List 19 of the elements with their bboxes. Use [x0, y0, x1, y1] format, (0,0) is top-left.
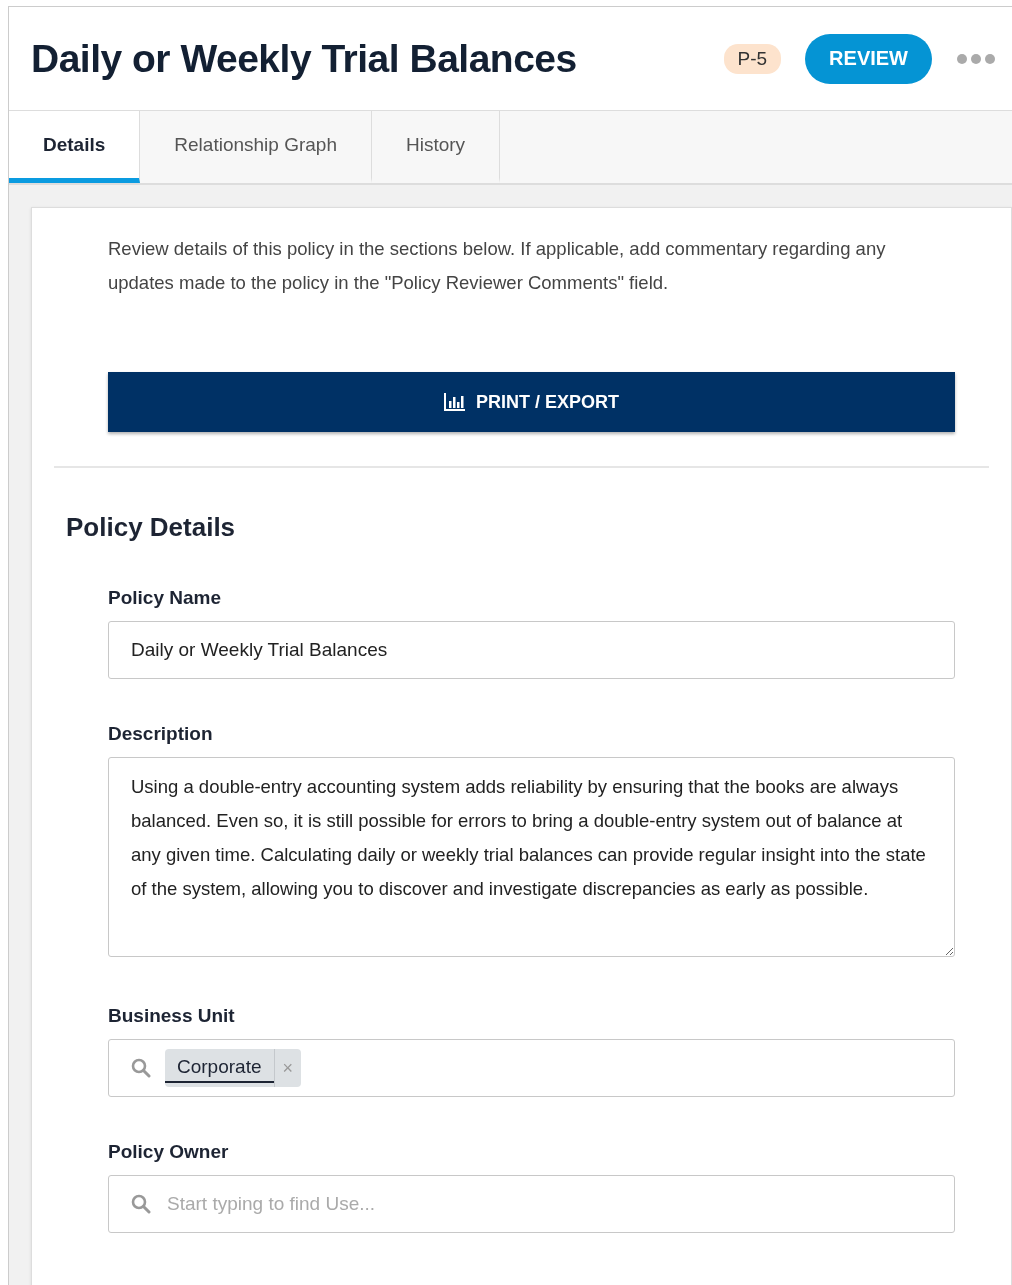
field-label: Policy Name	[108, 587, 222, 609]
field-label: Business Unit	[108, 1005, 236, 1027]
text-area[interactable]: Using a double-entry accounting system adds reliability by ensuring that the books are always balanced. Even so, it is still possible for errors to bring a double-entry system out of balance at any given time. Calculating daily or weekly trial balances can provide regular insight into the state of the system, allowing you to discover and investigate discrepancies as early as possible.	[108, 757, 955, 957]
more-icon[interactable]	[956, 52, 996, 65]
field-label: Policy Owner	[108, 1141, 230, 1163]
print-export-button[interactable]: PRINT / EXPORT	[108, 372, 955, 432]
search-icon	[131, 1058, 151, 1078]
input-field[interactable]: Daily or Weekly Trial Balances	[108, 621, 955, 679]
field-label: Description	[108, 723, 214, 745]
page-title: Daily or Weekly Trial Balances	[31, 36, 578, 81]
lookup-field[interactable]: Start typing to find Use...	[108, 1175, 955, 1233]
id-badge: P-5	[723, 43, 782, 74]
intro-text: Review details of this policy in the sections below. If applicable, add commentary regarding any updates made to the policy in the "Policy Reviewer Comments" field.	[108, 237, 887, 295]
search-icon	[131, 1194, 151, 1214]
section-title: Policy Details	[66, 512, 237, 543]
tag-field[interactable]: Corporate ×	[108, 1039, 955, 1097]
tag-text[interactable]: Corporate	[165, 1053, 274, 1083]
tab[interactable]: Details	[9, 111, 141, 183]
bar-chart-icon	[444, 393, 466, 411]
